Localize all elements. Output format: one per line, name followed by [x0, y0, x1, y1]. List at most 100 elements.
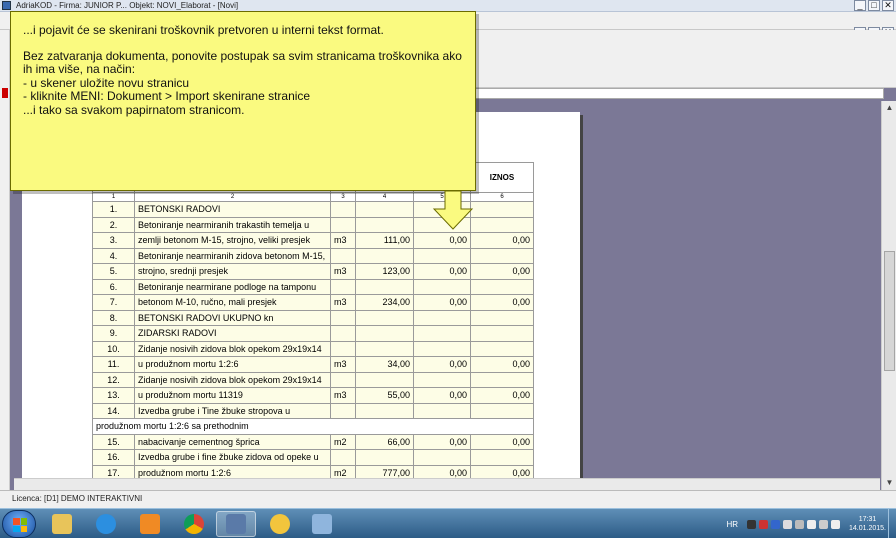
close-button[interactable]: ✕: [882, 0, 894, 11]
cell-no[interactable]: 11.: [92, 356, 135, 373]
cell-price[interactable]: 0,00: [413, 294, 471, 311]
cell-qty[interactable]: [355, 278, 414, 295]
cell-no[interactable]: 15.: [92, 433, 135, 450]
cell-unit[interactable]: m3: [330, 263, 356, 280]
cell-amount[interactable]: 0,00: [470, 294, 534, 311]
cell-no[interactable]: 13.: [92, 387, 135, 404]
cell-unit[interactable]: m3: [330, 387, 356, 404]
cell-price[interactable]: 0,00: [413, 232, 471, 249]
cell-price[interactable]: [413, 340, 471, 357]
cell-unit[interactable]: m2: [330, 433, 356, 450]
clock[interactable]: 17:31 14.01.2015.: [849, 515, 886, 533]
cell-qty[interactable]: 123,00: [355, 263, 414, 280]
cell-desc[interactable]: Betoniranje nearmiranih trakastih temelj…: [134, 216, 331, 233]
cell-price[interactable]: [413, 247, 471, 264]
cell-no[interactable]: 10.: [92, 340, 135, 357]
cell-unit[interactable]: [330, 216, 356, 233]
tray-icon[interactable]: [771, 519, 781, 529]
show-desktop-button[interactable]: [888, 509, 896, 538]
language-indicator[interactable]: HR: [726, 520, 738, 529]
cell-no[interactable]: 6.: [92, 278, 135, 295]
minimize-button[interactable]: _: [854, 0, 866, 11]
cell-qty[interactable]: 111,00: [355, 232, 414, 249]
cell-unit[interactable]: [330, 325, 356, 342]
cell-no[interactable]: 2.: [92, 216, 135, 233]
cell-span[interactable]: produžnom mortu 1:2:6 sa prethodnim: [92, 418, 534, 435]
cell-price[interactable]: [413, 309, 471, 326]
cell-desc[interactable]: Izvedba grube i Tine žbuke stropova u: [134, 402, 331, 419]
cell-qty[interactable]: 234,00: [355, 294, 414, 311]
cell-price[interactable]: [413, 449, 471, 466]
cell-price[interactable]: [413, 278, 471, 295]
cell-unit[interactable]: m3: [330, 232, 356, 249]
cell-qty[interactable]: [355, 216, 414, 233]
cell-unit[interactable]: [330, 247, 356, 264]
cell-unit[interactable]: [330, 449, 356, 466]
cell-qty[interactable]: [355, 325, 414, 342]
maximize-button[interactable]: □: [868, 0, 880, 11]
horizontal-scrollbar[interactable]: [14, 478, 880, 490]
cell-amount[interactable]: [470, 201, 534, 218]
cell-price[interactable]: [413, 325, 471, 342]
cell-desc[interactable]: zemlji betonom M-15, strojno, veliki pre…: [134, 232, 331, 249]
cell-no[interactable]: 12.: [92, 371, 135, 388]
vertical-scrollbar[interactable]: ▲ ▼: [881, 101, 896, 490]
cell-qty[interactable]: 55,00: [355, 387, 414, 404]
cell-desc[interactable]: u produžnom mortu 1:2:6: [134, 356, 331, 373]
taskbar-ie[interactable]: [86, 511, 126, 537]
cell-no[interactable]: 5.: [92, 263, 135, 280]
network-tray-icon[interactable]: [819, 519, 829, 529]
scroll-up-icon[interactable]: ▲: [882, 101, 896, 115]
cell-desc[interactable]: betonom M-10, ručno, mali presjek: [134, 294, 331, 311]
cell-amount[interactable]: [470, 371, 534, 388]
cell-amount[interactable]: [470, 449, 534, 466]
cell-amount[interactable]: [470, 247, 534, 264]
tray-icon[interactable]: [783, 519, 793, 529]
scroll-thumb[interactable]: [884, 251, 895, 371]
tray-icon[interactable]: [747, 519, 757, 529]
cell-desc[interactable]: ZIDARSKI RADOVI: [134, 325, 331, 342]
cell-desc[interactable]: strojno, srednji presjek: [134, 263, 331, 280]
cell-amount[interactable]: [470, 309, 534, 326]
volume-icon[interactable]: [831, 519, 841, 529]
flag-icon[interactable]: [807, 519, 817, 529]
cell-price[interactable]: 0,00: [413, 433, 471, 450]
cell-amount[interactable]: 0,00: [470, 356, 534, 373]
cell-price[interactable]: 0,00: [413, 387, 471, 404]
cell-desc[interactable]: Betoniranje nearmiranih zidova betonom M…: [134, 247, 331, 264]
cell-amount[interactable]: 0,00: [470, 263, 534, 280]
cell-no[interactable]: 9.: [92, 325, 135, 342]
cell-desc[interactable]: Zidanje nosivih zidova blok opekom 29x19…: [134, 371, 331, 388]
taskbar-app2[interactable]: [260, 511, 300, 537]
cell-no[interactable]: 8.: [92, 309, 135, 326]
cell-amount[interactable]: [470, 278, 534, 295]
cell-price[interactable]: 0,00: [413, 356, 471, 373]
cell-no[interactable]: 7.: [92, 294, 135, 311]
cell-unit[interactable]: [330, 340, 356, 357]
cell-amount[interactable]: 0,00: [470, 387, 534, 404]
cell-no[interactable]: 14.: [92, 402, 135, 419]
cell-unit[interactable]: m3: [330, 294, 356, 311]
scroll-down-icon[interactable]: ▼: [882, 476, 896, 490]
cell-unit[interactable]: [330, 278, 356, 295]
cell-qty[interactable]: 34,00: [355, 356, 414, 373]
cell-amount[interactable]: [470, 325, 534, 342]
taskbar-explorer[interactable]: [42, 511, 82, 537]
cell-desc[interactable]: nabacivanje cementnog šprica: [134, 433, 331, 450]
cell-qty[interactable]: [355, 201, 414, 218]
cell-desc[interactable]: Izvedba grube i fine žbuke zidova od ope…: [134, 449, 331, 466]
cell-qty[interactable]: [355, 309, 414, 326]
cell-desc[interactable]: Zidanje nosivih zidova blok opekom 29x19…: [134, 340, 331, 357]
cell-price[interactable]: 0,00: [413, 263, 471, 280]
taskbar-chrome[interactable]: [174, 511, 214, 537]
cell-no[interactable]: 3.: [92, 232, 135, 249]
cell-qty[interactable]: [355, 371, 414, 388]
cell-amount[interactable]: 0,00: [470, 232, 534, 249]
cell-no[interactable]: 16.: [92, 449, 135, 466]
cell-price[interactable]: [413, 402, 471, 419]
cell-qty[interactable]: [355, 402, 414, 419]
cell-unit[interactable]: [330, 371, 356, 388]
cell-desc[interactable]: u produžnom mortu 11319: [134, 387, 331, 404]
taskbar-app3[interactable]: [302, 511, 342, 537]
cell-qty[interactable]: [355, 340, 414, 357]
